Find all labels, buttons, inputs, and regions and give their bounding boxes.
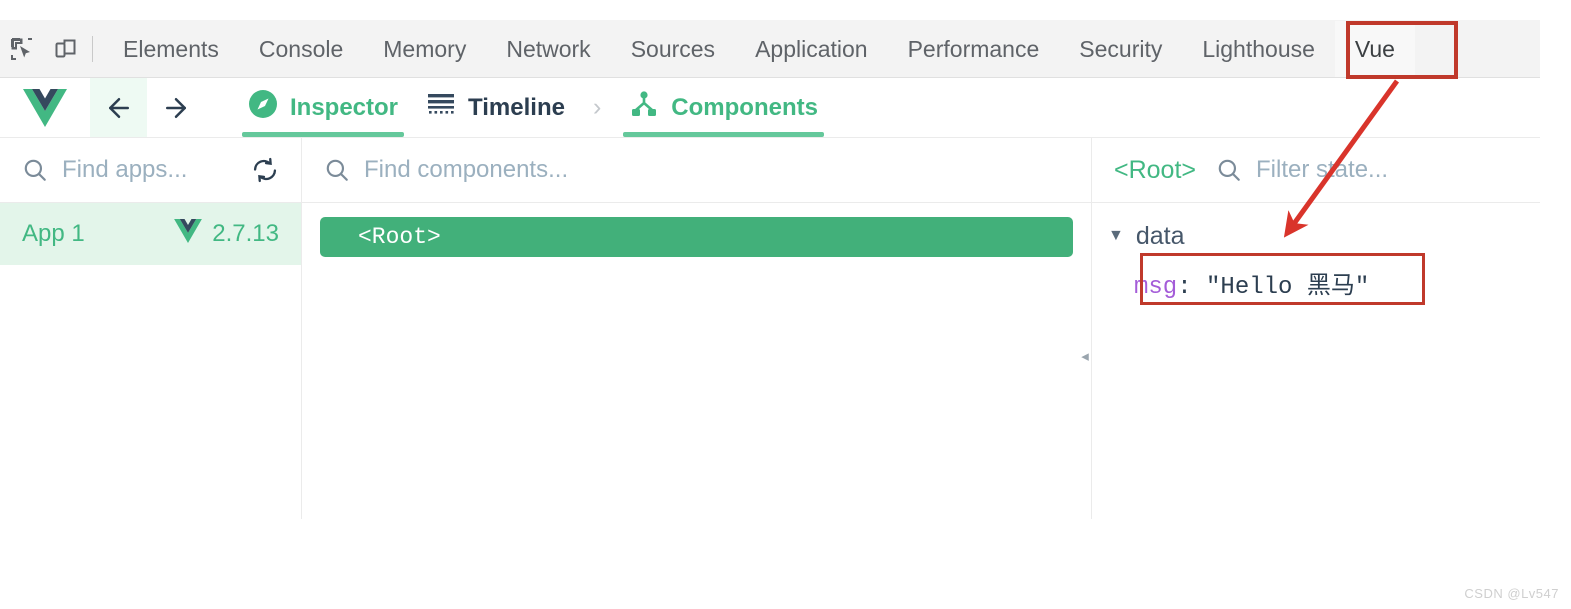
app-version: 2.7.13 <box>174 218 279 250</box>
components-search-row[interactable]: Find components... <box>302 138 1091 203</box>
state-tree: ▼ data msg: "Hello 黑马" <box>1092 203 1540 302</box>
vue-tab-components-label: Components <box>671 93 818 121</box>
devtools-tab-memory[interactable]: Memory <box>363 21 486 77</box>
watermark: CSDN @Lv547 <box>1464 586 1559 601</box>
state-search-row[interactable]: <Root> Filter state... <box>1092 138 1540 203</box>
vue-tab-timeline-label: Timeline <box>468 93 565 121</box>
compass-icon <box>248 89 278 126</box>
vue-tab-inspector-label: Inspector <box>290 93 399 121</box>
devtools-tab-application[interactable]: Application <box>735 21 888 77</box>
devtools-tab-console[interactable]: Console <box>239 21 363 77</box>
state-group-label: data <box>1135 221 1185 250</box>
state-property-separator: : <box>1177 274 1207 301</box>
vue-devtools-toolbar: Inspector Timeline › Components <box>0 78 1540 138</box>
vue-logo-icon <box>174 218 203 250</box>
pane-collapse-handle[interactable]: ◂ <box>1078 346 1092 366</box>
component-tree-icon <box>629 90 659 125</box>
apps-pane: Find apps... App 1 2.7.13 <box>0 138 302 519</box>
vue-logo-icon <box>0 78 90 137</box>
vue-tab-inspector[interactable]: Inspector <box>234 78 412 137</box>
devtools-tab-security[interactable]: Security <box>1059 21 1182 77</box>
app-list-item[interactable]: App 1 2.7.13 <box>0 203 301 265</box>
state-property-msg[interactable]: msg: "Hello 黑马" <box>1134 265 1540 301</box>
component-tree-node-root[interactable]: <Root> <box>320 217 1073 257</box>
vue-devtools-screenshot: Elements Console Memory Network Sources … <box>0 0 1571 609</box>
device-toolbar-icon[interactable] <box>44 27 88 71</box>
devtools-tab-elements[interactable]: Elements <box>103 21 239 77</box>
components-pane: Find components... <Root> ◂ <box>302 138 1092 519</box>
state-component-name: <Root> <box>1114 155 1197 184</box>
devtools-tab-network[interactable]: Network <box>486 21 610 77</box>
chevron-down-icon[interactable]: ▼ <box>1108 228 1124 244</box>
devtools-tab-bar: Elements Console Memory Network Sources … <box>0 20 1540 78</box>
search-icon <box>22 157 48 183</box>
state-property-key: msg <box>1134 274 1178 301</box>
search-icon <box>1216 157 1242 183</box>
inspect-element-icon[interactable] <box>0 27 44 71</box>
apps-search-row[interactable]: Find apps... <box>0 138 301 203</box>
nav-back-button[interactable] <box>90 78 147 137</box>
vue-tab-inspector-underline <box>242 132 405 137</box>
bottom-area <box>0 519 1571 609</box>
state-property-value: "Hello 黑马" <box>1206 274 1370 301</box>
component-tree-node-label: <Root> <box>358 224 441 250</box>
apps-search-placeholder: Find apps... <box>62 156 188 183</box>
devtools-tab-performance[interactable]: Performance <box>888 21 1060 77</box>
component-tree: <Root> <box>302 203 1091 257</box>
search-icon <box>324 157 350 183</box>
chevron-right-icon: › <box>592 93 602 121</box>
devtools-tab-lighthouse[interactable]: Lighthouse <box>1182 21 1335 77</box>
app-version-label: 2.7.13 <box>212 220 279 247</box>
toolbar-divider <box>92 35 93 62</box>
state-group-data[interactable]: ▼ data <box>1108 219 1540 253</box>
timeline-icon <box>426 91 456 124</box>
refresh-icon[interactable] <box>251 156 279 184</box>
state-search-placeholder: Filter state... <box>1256 156 1389 183</box>
devtools-panes: Find apps... App 1 2.7.13 Find component… <box>0 138 1540 519</box>
vue-tab-components[interactable]: Components <box>615 78 832 137</box>
nav-forward-button[interactable] <box>147 78 204 137</box>
devtools-tab-sources[interactable]: Sources <box>611 21 735 77</box>
app-name: App 1 <box>22 220 85 247</box>
components-search-placeholder: Find components... <box>364 156 569 183</box>
state-pane: <Root> Filter state... ▼ data msg: "Hell… <box>1092 138 1540 519</box>
devtools-tab-vue[interactable]: Vue <box>1334 20 1415 77</box>
vue-tab-components-underline <box>623 132 824 137</box>
vue-tab-timeline[interactable]: Timeline <box>412 78 579 137</box>
